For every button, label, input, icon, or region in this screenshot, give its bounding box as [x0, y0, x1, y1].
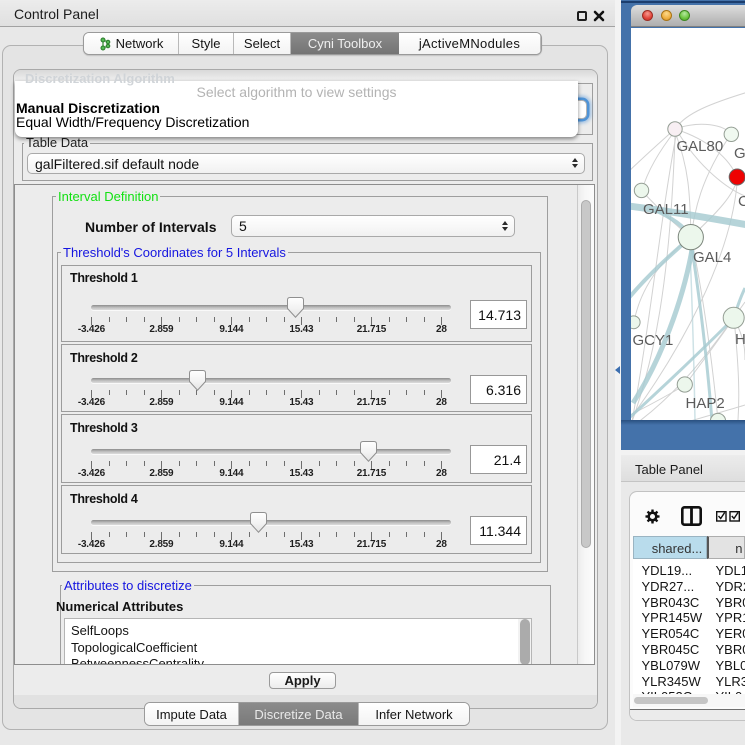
svg-text:C: C	[738, 193, 745, 210]
svg-text:GCY1: GCY1	[633, 332, 674, 349]
svg-text:HIS4: HIS4	[735, 331, 745, 348]
svg-text:GAL4: GAL4	[693, 249, 731, 266]
svg-text:GAL80: GAL80	[677, 138, 724, 155]
svg-text:GAL11: GAL11	[643, 201, 689, 218]
svg-text:HAP2: HAP2	[686, 395, 725, 412]
svg-text:GAL1: GAL1	[734, 145, 745, 162]
